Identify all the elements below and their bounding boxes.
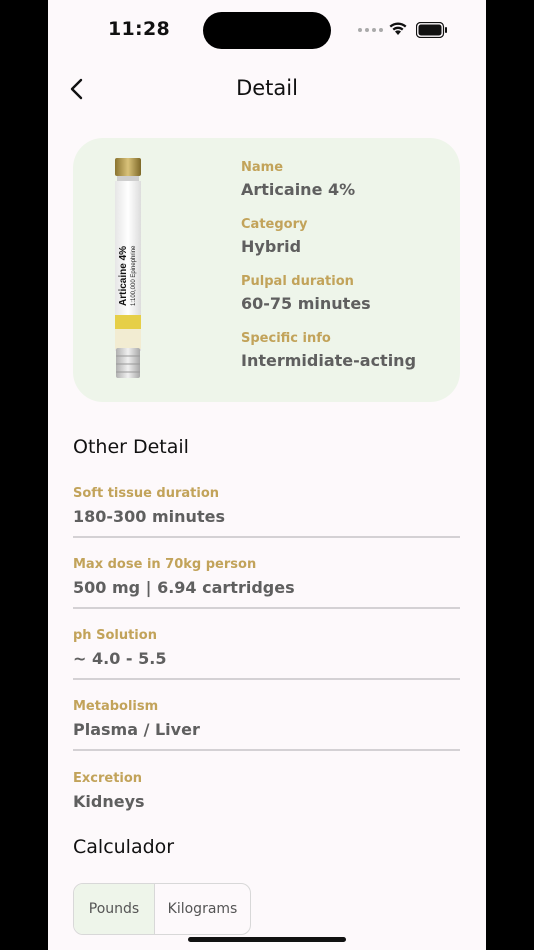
status-time: 11:28 xyxy=(108,18,170,40)
anesthetic-cartridge-image: Articaine 4% 1:100,000 Epinephrine xyxy=(115,158,141,378)
pulpal-duration-value: 60-75 minutes xyxy=(241,294,371,313)
divider xyxy=(73,678,460,680)
field-label: Excretion xyxy=(73,771,143,786)
cartridge-sublabel: 1:100,000 Epinephrine xyxy=(131,245,137,306)
pulpal-duration-label: Pulpal duration xyxy=(241,274,354,289)
field-value: ~ 4.0 - 5.5 xyxy=(73,649,167,668)
field-label: Soft tissue duration xyxy=(73,486,220,501)
field-value: 180-300 minutes xyxy=(73,507,225,526)
wifi-icon xyxy=(389,22,407,35)
field-label: Metabolism xyxy=(73,699,159,714)
unit-segmented-control: Pounds Kilograms xyxy=(73,883,251,935)
battery-icon xyxy=(416,22,447,38)
metabolism-field: Metabolism Plasma / Liver xyxy=(73,699,460,751)
excretion-field: Excretion Kidneys xyxy=(73,771,460,811)
field-value: Plasma / Liver xyxy=(73,720,200,739)
dynamic-island xyxy=(203,12,331,49)
divider xyxy=(73,607,460,609)
cartridge-label: Articaine 4% xyxy=(118,246,129,306)
name-value: Articaine 4% xyxy=(241,180,356,199)
drug-info-list: Name Articaine 4% Category Hybrid Pulpal… xyxy=(241,160,416,388)
divider xyxy=(73,536,460,538)
ph-solution-field: ph Solution ~ 4.0 - 5.5 xyxy=(73,628,460,680)
soft-tissue-duration-field: Soft tissue duration 180-300 minutes xyxy=(73,486,460,538)
field-label: Max dose in 70kg person xyxy=(73,557,257,572)
calculator-heading: Calculador xyxy=(73,836,175,858)
page-title: Detail xyxy=(236,76,298,100)
kilograms-option[interactable]: Kilograms xyxy=(155,884,250,934)
field-value: 500 mg | 6.94 cartridges xyxy=(73,578,295,597)
drug-summary-card: Articaine 4% 1:100,000 Epinephrine Name … xyxy=(73,138,460,402)
phone-screen: 11:28 Detail Articaine 4% 1:100,000 Epin… xyxy=(48,0,486,950)
field-value: Kidneys xyxy=(73,792,145,811)
specific-info-value: Intermidiate-acting xyxy=(241,351,417,370)
name-label: Name xyxy=(241,160,284,175)
pounds-option[interactable]: Pounds xyxy=(74,884,155,934)
category-label: Category xyxy=(241,217,308,232)
specific-info-label: Specific info xyxy=(241,331,331,346)
max-dose-field: Max dose in 70kg person 500 mg | 6.94 ca… xyxy=(73,557,460,609)
field-label: ph Solution xyxy=(73,628,157,643)
other-detail-heading: Other Detail xyxy=(73,436,189,458)
category-value: Hybrid xyxy=(241,237,302,256)
home-indicator[interactable] xyxy=(188,937,346,942)
divider xyxy=(73,749,460,751)
cellular-signal-icon xyxy=(358,28,383,32)
